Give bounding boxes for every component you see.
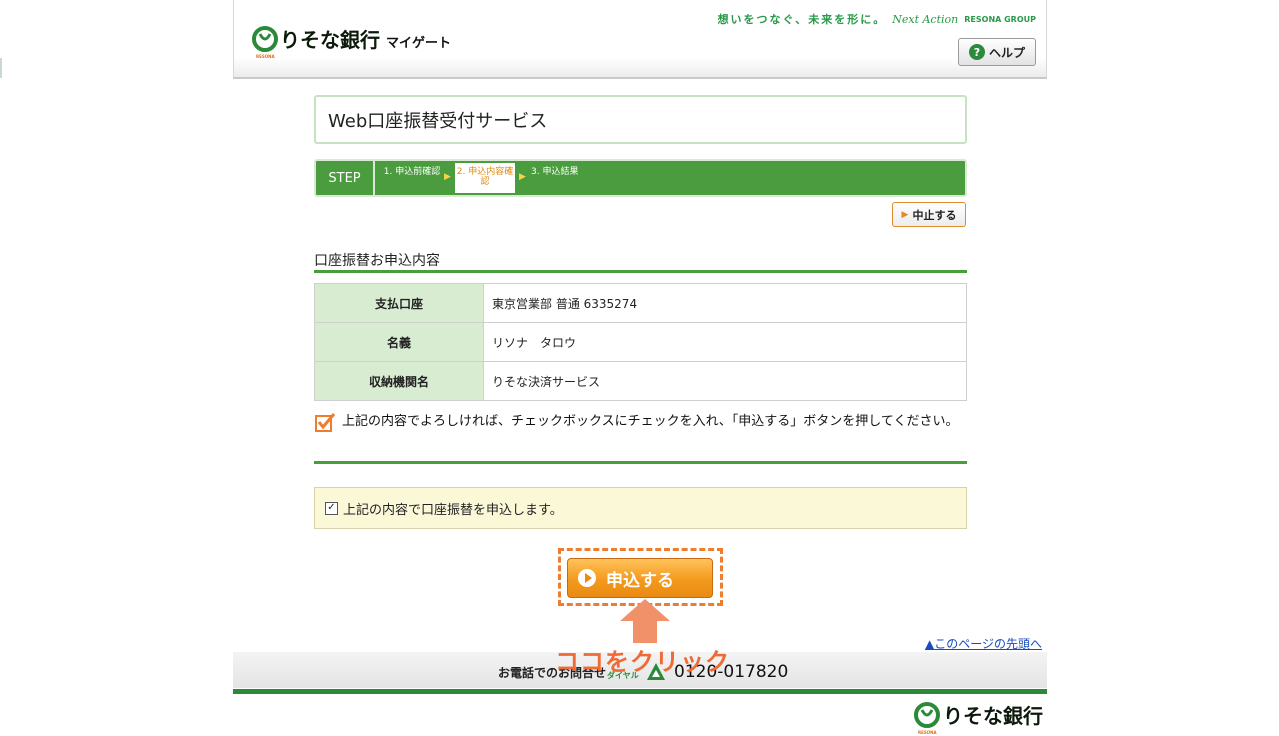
notice: 上記の内容でよろしければ、チェックボックスにチェックを入れ、「申込する」ボタンを… [314, 412, 967, 434]
tagline-group: RESONA GROUP [964, 14, 1036, 24]
table-row: 収納機関名 りそな決済サービス [314, 361, 967, 401]
resona-small-text: RESONA [918, 729, 937, 735]
tagline-next-action: Next Action [892, 12, 959, 26]
service-name: マイゲート [386, 35, 452, 51]
step-arrow-icon: ▶ [519, 172, 526, 182]
table-row: 支払口座 東京営業部 普通 6335274 [314, 283, 967, 323]
step-3: 3. 申込結果 [531, 167, 579, 177]
application-table: 支払口座 東京営業部 普通 6335274 名義 リソナ タロウ 収納機関名 り… [314, 283, 967, 401]
submit-label: 申込する [606, 570, 674, 591]
up-arrow-icon [620, 599, 670, 643]
footer-brand: りそな銀行 [943, 704, 1043, 728]
row-label: 収納機関名 [314, 361, 484, 401]
play-icon [578, 569, 596, 587]
step-arrow-icon: ▶ [444, 172, 451, 182]
help-label: ヘルプ [988, 45, 1025, 60]
page-top-link[interactable]: ▲このページの先頭へ [925, 635, 1042, 652]
resona-logo-icon: RESONA [914, 701, 940, 735]
row-label: 名義 [314, 322, 484, 362]
tagline: 想いをつなぐ、未来を形に。 Next Action RESONA GROUP [718, 11, 1036, 27]
stop-button[interactable]: ▶ 中止する [892, 202, 966, 227]
help-button[interactable]: ? ヘルプ [958, 38, 1036, 66]
question-icon: ? [968, 44, 985, 60]
footer-line [233, 689, 1047, 694]
row-value: りそな決済サービス [483, 361, 967, 401]
left-edge-mark [0, 58, 2, 78]
brand-name: りそな銀行 [280, 28, 380, 52]
step-bar: STEP 1. 申込前確認 ▶ 2. 申込内容確認 ▶ 3. 申込結果 [314, 159, 967, 197]
row-value: リソナ タロウ [483, 322, 967, 362]
tagline-jp: 想いをつなぐ、未来を形に。 [717, 13, 887, 26]
row-value: 東京営業部 普通 6335274 [483, 283, 967, 323]
click-annotation: ココをクリック [555, 648, 730, 676]
section-title: 口座振替お申込内容 [314, 253, 440, 269]
table-row: 名義 リソナ タロウ [314, 322, 967, 362]
row-label: 支払口座 [314, 283, 484, 323]
agree-label: 上記の内容で口座振替を申込します。 [343, 502, 563, 518]
section-divider [314, 270, 967, 273]
stop-label: 中止する [912, 208, 957, 222]
step-1: 1. 申込前確認 [383, 167, 441, 177]
resona-logo-icon: RESONA [252, 25, 278, 59]
step-label: STEP [316, 161, 375, 195]
footer-logo: RESONA りそな銀行 [914, 700, 1043, 735]
notice-text: 上記の内容でよろしければ、チェックボックスにチェックを入れ、「申込する」ボタンを… [342, 414, 959, 429]
agree-box[interactable]: ✓ 上記の内容で口座振替を申込します。 [314, 487, 967, 529]
triangle-right-icon: ▶ [901, 209, 909, 220]
step-2-current: 2. 申込内容確認 [455, 163, 515, 193]
header: RESONA りそな銀行 マイゲート 想いをつなぐ、未来を形に。 Next Ac… [233, 0, 1047, 79]
submit-button[interactable]: 申込する [567, 558, 713, 598]
checkmark-icon [314, 412, 336, 434]
resona-small-text: RESONA [256, 53, 275, 59]
logo[interactable]: RESONA りそな銀行 マイゲート [252, 24, 452, 59]
agree-checkbox[interactable]: ✓ [325, 501, 338, 515]
notice-divider [314, 461, 967, 464]
page-title: Web口座振替受付サービス [314, 95, 967, 144]
